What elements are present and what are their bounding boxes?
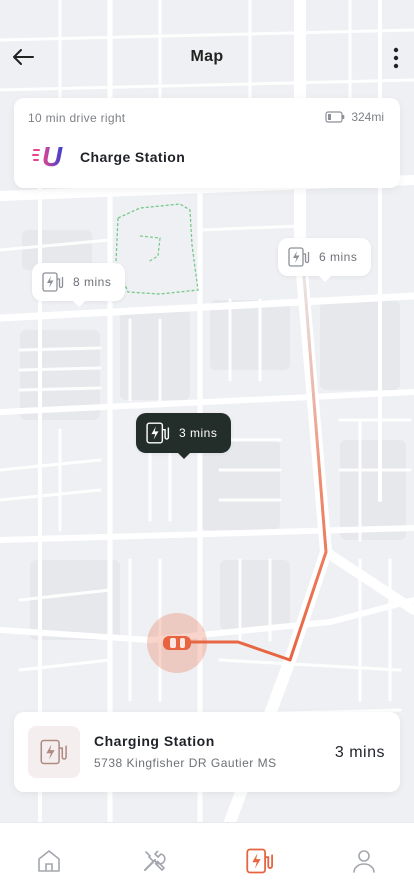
- bottom-tab-bar: [0, 822, 414, 896]
- pin-time-label: 3 mins: [179, 426, 218, 440]
- station-title: Charging Station: [94, 733, 215, 749]
- car-location-marker[interactable]: [147, 613, 207, 673]
- page-title: Map: [190, 48, 224, 65]
- battery-range: 324mi: [325, 110, 384, 124]
- map-screen: Map 10 min drive right 324mi U Charge St…: [0, 0, 414, 896]
- svg-text:U: U: [42, 141, 63, 172]
- car-icon: [161, 634, 193, 652]
- more-vertical-icon: [393, 47, 399, 69]
- top-bar: Map: [0, 38, 414, 78]
- charging-station-icon: [288, 247, 310, 267]
- pin-time-label: 8 mins: [73, 275, 112, 289]
- charging-station-icon: [42, 272, 64, 292]
- station-name: Charge Station: [80, 149, 186, 165]
- home-icon: [36, 848, 62, 874]
- charging-pin-3-mins-selected[interactable]: 3 mins: [136, 413, 232, 459]
- profile-icon: [351, 848, 377, 874]
- charging-station-icon: [246, 848, 274, 874]
- charging-pin-6-mins[interactable]: 6 mins: [278, 238, 372, 282]
- station-eta: 3 mins: [334, 744, 385, 761]
- drive-time-text: 10 min drive right: [28, 111, 126, 125]
- battery-range-value: 324mi: [351, 110, 384, 124]
- battery-icon: [325, 111, 345, 123]
- station-thumbnail: [28, 726, 80, 778]
- pin-time-label: 6 mins: [319, 250, 358, 264]
- tab-profile[interactable]: [348, 845, 380, 877]
- tab-home[interactable]: [33, 845, 65, 877]
- tab-charging[interactable]: [244, 845, 276, 877]
- more-options-button[interactable]: [384, 42, 408, 74]
- station-logo: U: [32, 140, 66, 172]
- tab-services[interactable]: [138, 845, 170, 877]
- tools-icon: [141, 848, 167, 874]
- route-info-card[interactable]: 10 min drive right 324mi U Charge Statio…: [14, 98, 400, 188]
- selected-station-card[interactable]: Charging Station 5738 Kingfisher DR Gaut…: [14, 712, 400, 792]
- charging-pin-8-mins[interactable]: 8 mins: [32, 263, 126, 307]
- charging-station-icon: [146, 422, 170, 444]
- charging-station-icon: [40, 738, 68, 766]
- station-address: 5738 Kingfisher DR Gautier MS: [94, 756, 277, 770]
